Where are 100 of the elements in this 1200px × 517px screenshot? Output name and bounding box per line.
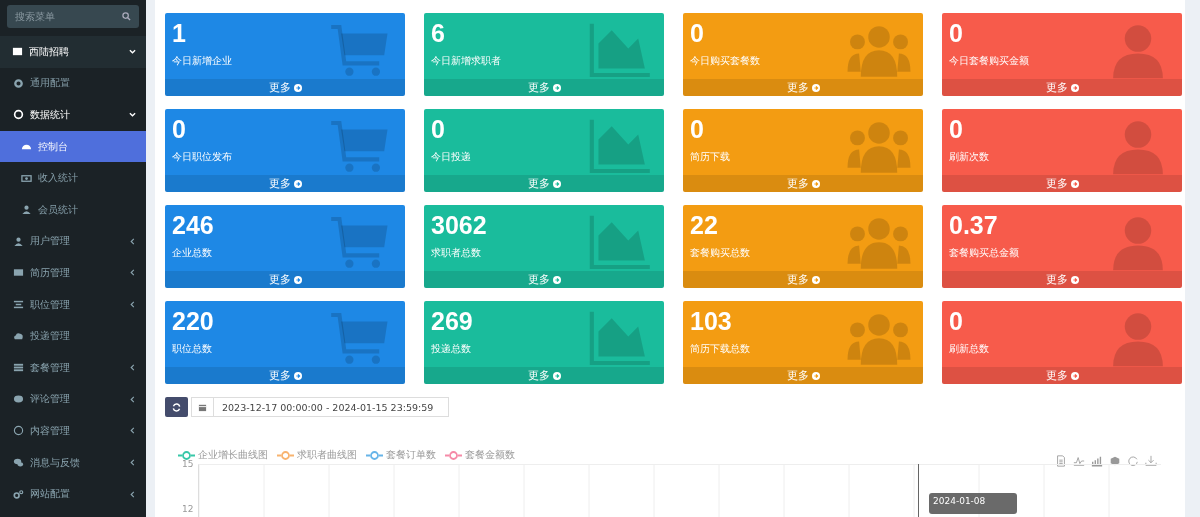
more-link[interactable]: 更多 — [165, 367, 405, 384]
gears-icon — [13, 488, 24, 500]
date-range-field[interactable]: 2023-12-17 00:00:00 - 2024-01-15 23:59:59 — [214, 397, 449, 417]
sidebar-item[interactable]: 内容管理 — [0, 415, 146, 447]
sidebar-item[interactable]: 套餐管理 — [0, 351, 146, 384]
users-icon — [21, 204, 32, 216]
sidebar-item[interactable]: 职位管理 — [0, 288, 146, 321]
stack-icon — [13, 299, 24, 311]
more-link[interactable]: 更多 — [424, 367, 664, 384]
more-link[interactable]: 更多 — [165, 271, 405, 288]
sidebar-item[interactable]: 控制台 — [0, 130, 146, 163]
arrow-circle-icon — [811, 371, 820, 380]
envelope-icon — [13, 267, 24, 279]
arrow-circle-icon — [293, 275, 302, 284]
stat-label: 今日套餐购买金额 — [949, 54, 1030, 68]
circle-icon — [13, 109, 24, 121]
sidebar-item[interactable]: 通用配置 — [0, 67, 146, 100]
arrow-circle-icon — [552, 83, 561, 92]
y-axis-label: 15 — [182, 459, 194, 469]
more-link[interactable]: 更多 — [165, 175, 405, 192]
stat-label: 刷新次数 — [949, 150, 990, 164]
refresh-button[interactable] — [165, 397, 188, 417]
stat-label: 职位总数 — [172, 342, 213, 356]
legend-item[interactable]: 套餐订单数 — [366, 449, 436, 462]
stat-label: 今日购买套餐数 — [690, 54, 761, 68]
banknote-icon — [21, 172, 32, 184]
stat-label: 简历下载总数 — [690, 342, 751, 356]
arrow-circle-icon — [1070, 275, 1079, 284]
sidebar-item[interactable]: 消息与反馈 — [0, 446, 146, 479]
more-link[interactable]: 更多 — [165, 79, 405, 96]
sidebar-item[interactable]: 收入统计 — [0, 162, 146, 194]
more-link[interactable]: 更多 — [424, 271, 664, 288]
arrow-circle-icon — [1070, 83, 1079, 92]
stat-value: 6 — [431, 18, 446, 49]
stat-value: 3062 — [431, 210, 488, 241]
stat-value: 0 — [949, 18, 964, 49]
bar-chart-icon[interactable] — [1091, 455, 1103, 467]
more-link[interactable]: 更多 — [683, 175, 923, 192]
stat-value: 220 — [172, 306, 215, 337]
stat-value: 22 — [690, 210, 719, 241]
refresh-icon[interactable] — [1127, 455, 1139, 467]
more-link[interactable]: 更多 — [424, 79, 664, 96]
sidebar-item[interactable]: 数据统计 — [0, 99, 146, 131]
legend-item[interactable]: 套餐金额数 — [445, 449, 515, 462]
arrow-circle-icon — [552, 275, 561, 284]
chat-bubble-icon — [13, 393, 24, 405]
stat-label: 简历下载 — [690, 150, 731, 164]
stat-value: 246 — [172, 210, 215, 241]
globe-icon — [13, 425, 24, 437]
search-icon — [122, 12, 131, 21]
area-chart-icon — [588, 22, 652, 80]
search-field[interactable]: 搜索菜单 — [7, 5, 139, 28]
stat-value: 0 — [690, 18, 705, 49]
sidebar-item[interactable]: 评论管理 — [0, 383, 146, 416]
stat-value: 0 — [949, 306, 964, 337]
more-link[interactable]: 更多 — [424, 175, 664, 192]
area-chart-icon — [588, 118, 652, 176]
arrow-circle-icon — [1070, 371, 1079, 380]
stat-value: 0 — [949, 114, 964, 145]
stat-label: 套餐购买总数 — [690, 246, 751, 260]
stat-value: 269 — [431, 306, 474, 337]
calendar-icon — [191, 397, 214, 417]
arrow-circle-icon — [293, 371, 302, 380]
arrow-circle-icon — [552, 179, 561, 188]
arrow-circle-icon — [811, 179, 820, 188]
y-axis-label: 12 — [182, 504, 194, 514]
gear-icon — [13, 77, 24, 89]
arrow-circle-icon — [552, 371, 561, 380]
arrow-circle-icon — [811, 275, 820, 284]
stat-value: 0 — [431, 114, 446, 145]
line-chart-icon[interactable] — [1073, 455, 1085, 467]
cloud-icon — [13, 330, 24, 342]
area-chart-icon — [588, 310, 652, 368]
sidebar-item[interactable]: 用户管理 — [0, 225, 146, 258]
document-icon[interactable] — [1055, 455, 1067, 467]
refresh-icon — [172, 402, 181, 412]
sidebar-item[interactable]: 会员统计 — [0, 193, 146, 226]
sidebar-item[interactable]: 投递管理 — [0, 320, 146, 352]
area-chart-icon — [588, 214, 652, 272]
stat-label: 投递总数 — [431, 342, 472, 356]
stat-label: 套餐购买总金额 — [949, 246, 1020, 260]
sidebar-item[interactable]: 网站配置 — [0, 478, 146, 510]
arrow-circle-icon — [1070, 179, 1079, 188]
stat-label: 今日投递 — [431, 150, 472, 164]
stat-label: 求职者总数 — [431, 246, 482, 260]
more-link[interactable]: 更多 — [683, 271, 923, 288]
more-link[interactable]: 更多 — [683, 79, 923, 96]
arrow-circle-icon — [293, 83, 302, 92]
stat-value: 103 — [690, 306, 733, 337]
more-link[interactable]: 更多 — [683, 367, 923, 384]
sidebar-item[interactable]: 简历管理 — [0, 257, 146, 289]
arrow-circle-icon — [293, 179, 302, 188]
chart-tooltip: 2024-01-08 — [929, 493, 1017, 514]
legend-item[interactable]: 求职者曲线图 — [277, 449, 357, 462]
stat-value: 0 — [172, 114, 187, 145]
stat-label: 今日职位发布 — [172, 150, 233, 164]
list-icon — [13, 362, 24, 374]
stat-label: 今日新增企业 — [172, 54, 233, 68]
download-icon[interactable] — [1145, 455, 1157, 467]
sidebar-item[interactable]: 西陆招聘 — [0, 36, 146, 68]
